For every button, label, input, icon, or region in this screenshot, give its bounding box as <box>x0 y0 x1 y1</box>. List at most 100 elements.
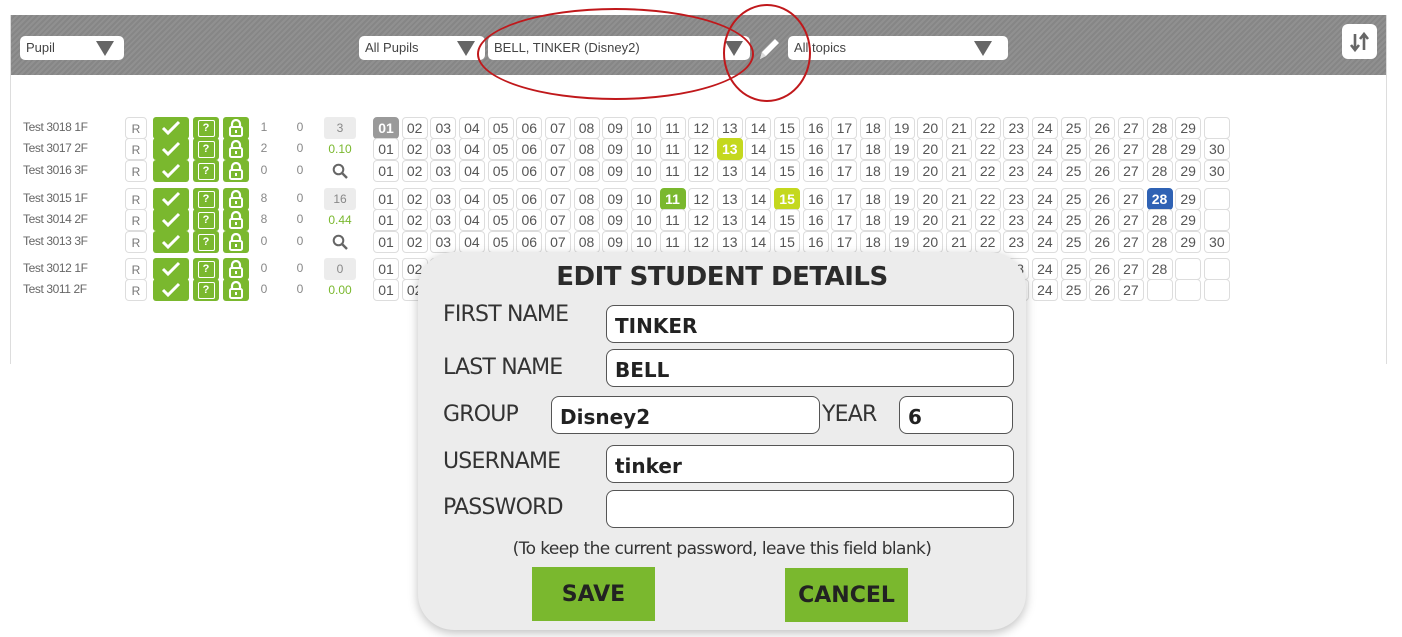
day-cell[interactable]: 28 <box>1146 117 1173 139</box>
day-cell[interactable]: 23 <box>1003 209 1030 231</box>
search-button[interactable] <box>324 231 356 253</box>
day-cell[interactable]: 03 <box>430 231 457 253</box>
day-cell[interactable]: 27 <box>1117 279 1144 301</box>
day-cell[interactable]: 12 <box>688 117 715 139</box>
complete-button[interactable] <box>153 231 189 253</box>
day-cell[interactable]: 13 <box>716 160 743 182</box>
day-cell[interactable]: 21 <box>946 231 972 253</box>
complete-button[interactable] <box>153 258 189 280</box>
day-cell[interactable]: 26 <box>1089 188 1116 210</box>
day-cell[interactable]: 08 <box>573 160 600 182</box>
day-cell[interactable]: 24 <box>1031 279 1058 301</box>
day-cell[interactable]: 24 <box>1031 138 1058 160</box>
day-cell[interactable]: 29 <box>1175 160 1202 182</box>
day-cell[interactable]: 07 <box>544 231 571 253</box>
empty-day-cell[interactable] <box>1146 279 1173 301</box>
unlock-button[interactable] <box>223 188 249 210</box>
day-cell[interactable]: 01 <box>373 258 399 280</box>
unlock-button[interactable] <box>223 279 249 301</box>
complete-button[interactable] <box>153 209 189 231</box>
day-cell[interactable]: 07 <box>544 209 571 231</box>
complete-button[interactable] <box>153 117 189 139</box>
day-cell[interactable]: 27 <box>1117 117 1144 139</box>
day-cell[interactable]: 22 <box>974 188 1001 210</box>
day-cell[interactable]: 30 <box>1203 138 1230 160</box>
unlock-button[interactable] <box>223 160 249 182</box>
day-cell[interactable]: 19 <box>888 209 915 231</box>
day-cell[interactable]: 19 <box>888 188 915 210</box>
day-cell[interactable]: 13 <box>716 231 743 253</box>
day-cell[interactable]: 07 <box>544 160 571 182</box>
day-cell[interactable]: 24 <box>1031 117 1058 139</box>
empty-day-cell[interactable] <box>1203 258 1230 280</box>
empty-day-cell[interactable] <box>1175 258 1202 280</box>
day-cell[interactable]: 12 <box>688 231 715 253</box>
day-cell[interactable]: 06 <box>516 209 543 231</box>
day-cell[interactable]: 07 <box>544 117 571 139</box>
pupil-select[interactable]: BELL, TINKER (Disney2) <box>488 36 750 60</box>
day-cell[interactable]: 26 <box>1089 231 1116 253</box>
help-button[interactable]: ? <box>193 160 219 182</box>
day-cell[interactable]: 07 <box>544 188 571 210</box>
cancel-button[interactable]: CANCEL <box>785 568 908 622</box>
day-cell[interactable]: 09 <box>602 188 629 210</box>
day-cell[interactable]: 11 <box>659 160 686 182</box>
day-cell[interactable]: 19 <box>888 138 915 160</box>
unlock-button[interactable] <box>223 117 249 139</box>
help-button[interactable]: ? <box>193 258 219 280</box>
help-button[interactable]: ? <box>193 138 219 160</box>
day-cell[interactable]: 26 <box>1089 138 1116 160</box>
day-cell[interactable]: 22 <box>974 117 1001 139</box>
day-cell[interactable]: 04 <box>458 160 485 182</box>
day-cell[interactable]: 16 <box>802 138 829 160</box>
day-cell[interactable]: 02 <box>401 188 428 210</box>
day-cell[interactable]: 20 <box>917 117 944 139</box>
day-cell[interactable]: 22 <box>974 209 1001 231</box>
reset-button[interactable]: R <box>125 188 147 210</box>
day-cell[interactable]: 28 <box>1146 188 1173 210</box>
day-cell[interactable]: 09 <box>602 160 629 182</box>
day-cell[interactable]: 06 <box>516 188 543 210</box>
day-cell[interactable]: 04 <box>458 209 485 231</box>
pencil-icon[interactable] <box>756 35 782 63</box>
complete-button[interactable] <box>153 160 189 182</box>
day-cell[interactable]: 29 <box>1175 209 1202 231</box>
day-cell[interactable]: 12 <box>688 160 715 182</box>
day-cell[interactable]: 05 <box>487 231 514 253</box>
day-cell[interactable]: 02 <box>401 138 428 160</box>
search-button[interactable] <box>324 160 356 182</box>
unlock-button[interactable] <box>223 209 249 231</box>
day-cell[interactable]: 27 <box>1117 160 1144 182</box>
day-cell[interactable]: 17 <box>831 138 858 160</box>
day-cell[interactable]: 27 <box>1117 138 1144 160</box>
unlock-button[interactable] <box>223 138 249 160</box>
day-cell[interactable]: 05 <box>487 188 514 210</box>
day-cell[interactable]: 10 <box>630 138 657 160</box>
reset-button[interactable]: R <box>125 160 147 182</box>
help-button[interactable]: ? <box>193 209 219 231</box>
pupil-filter-select[interactable]: All Pupils <box>359 36 485 60</box>
day-cell[interactable]: 26 <box>1089 279 1116 301</box>
day-cell[interactable]: 21 <box>946 138 972 160</box>
day-cell[interactable]: 02 <box>401 231 428 253</box>
day-cell[interactable]: 05 <box>487 138 514 160</box>
day-cell[interactable]: 01 <box>373 209 399 231</box>
day-cell[interactable]: 15 <box>774 188 801 210</box>
day-cell[interactable]: 11 <box>659 209 686 231</box>
day-cell[interactable]: 09 <box>602 138 629 160</box>
day-cell[interactable]: 26 <box>1089 160 1116 182</box>
day-cell[interactable]: 14 <box>745 117 772 139</box>
day-cell[interactable]: 06 <box>516 117 543 139</box>
day-cell[interactable]: 04 <box>458 231 485 253</box>
day-cell[interactable]: 28 <box>1146 160 1173 182</box>
day-cell[interactable]: 13 <box>716 209 743 231</box>
day-cell[interactable]: 28 <box>1146 138 1173 160</box>
day-cell[interactable]: 03 <box>430 138 457 160</box>
day-cell[interactable]: 23 <box>1003 231 1030 253</box>
day-cell[interactable]: 24 <box>1031 160 1058 182</box>
day-cell[interactable]: 11 <box>659 138 686 160</box>
day-cell[interactable]: 23 <box>1003 117 1030 139</box>
day-cell[interactable]: 08 <box>573 188 600 210</box>
day-cell[interactable]: 01 <box>373 279 399 301</box>
empty-day-cell[interactable] <box>1203 188 1230 210</box>
